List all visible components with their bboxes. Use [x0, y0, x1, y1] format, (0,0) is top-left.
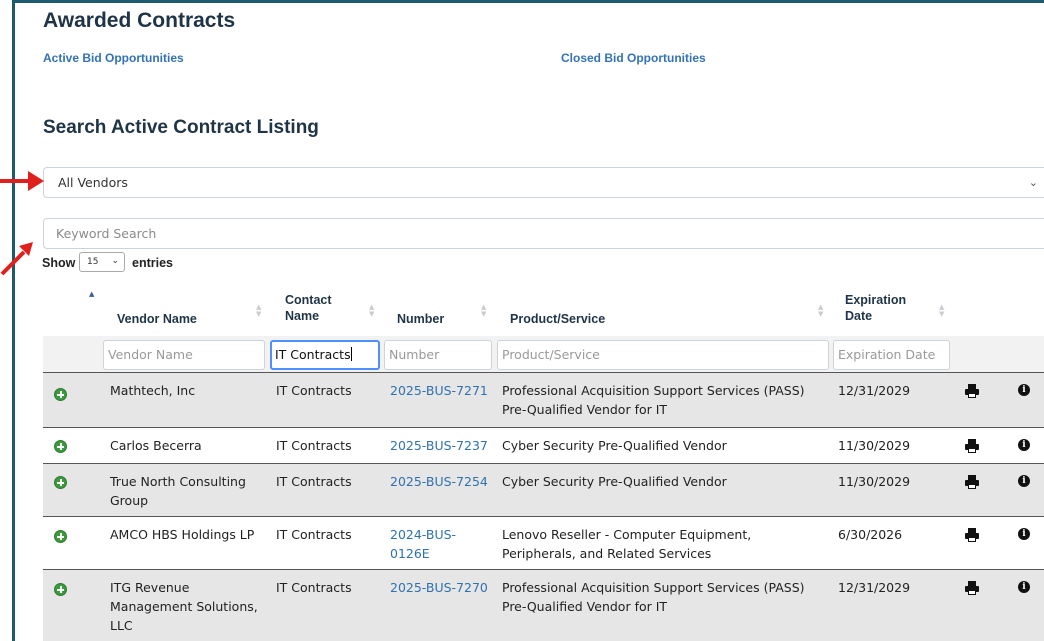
page-frame-top	[12, 0, 1044, 3]
vendor-line: Management Solutions,	[110, 599, 258, 614]
product-cell: Cyber Security Pre-Qualified Vendor	[502, 438, 727, 453]
sort-icon[interactable]: ▲ ▼	[256, 304, 261, 318]
active-bid-link[interactable]: Active Bid Opportunities	[43, 51, 184, 65]
number-link[interactable]: 2025-BUS-7237	[390, 436, 488, 455]
vendor-select-value: All Vendors	[58, 175, 128, 190]
vendor-cell: Carlos Becerra	[110, 438, 202, 453]
entries-label: entries	[132, 256, 173, 270]
contact-cell: IT Contracts	[276, 527, 352, 542]
col-expiration-header[interactable]: Expiration Date	[845, 292, 906, 324]
vendor-filter-input[interactable]: Vendor Name	[103, 340, 265, 370]
info-circle-icon[interactable]: i	[1018, 581, 1030, 593]
col-number-header[interactable]: Number	[397, 311, 444, 327]
product-line: Professional Acquisition Support Service…	[502, 383, 805, 398]
number-link[interactable]: 2024-BUS- 0126E	[390, 525, 456, 563]
vendor-line: LLC	[110, 618, 133, 633]
vendor-line: ITG Revenue	[110, 580, 190, 595]
contact-filter-value: IT Contracts	[275, 347, 351, 362]
chevron-down-icon: ⌄	[111, 256, 119, 266]
chevron-down-icon: ⌄	[1028, 176, 1038, 189]
annotation-arrow-icon	[0, 171, 44, 191]
col-vendor-header[interactable]: Vendor Name	[117, 311, 197, 327]
number-filter-input[interactable]: Number	[384, 340, 492, 370]
table-row: ITG Revenue Management Solutions, LLC IT C…	[43, 569, 1044, 641]
sort-icon[interactable]: ▲ ▼	[369, 304, 374, 318]
info-circle-icon[interactable]: i	[1018, 439, 1030, 451]
show-label: Show	[42, 256, 76, 270]
entries-select-value: 15	[87, 257, 99, 267]
plus-circle-icon[interactable]	[54, 440, 67, 453]
expiration-cell: 12/31/2029	[838, 580, 911, 595]
col-product-header[interactable]: Product/Service	[510, 311, 605, 327]
print-icon[interactable]	[965, 581, 979, 595]
expiration-cell: 11/30/2029	[838, 474, 911, 489]
product-line: Pre-Qualified Vendor for IT	[502, 599, 668, 614]
table-row: True North Consulting Group IT Contracts …	[43, 463, 1044, 516]
col-expiration-line1: Expiration	[845, 293, 907, 307]
vendor-select[interactable]: All Vendors ⌄	[43, 167, 1044, 198]
print-icon[interactable]	[965, 528, 979, 542]
product-cell: Professional Acquisition Support Service…	[502, 381, 805, 419]
vendor-cell: True North Consulting Group	[110, 472, 246, 510]
col-expiration-line2: Date	[845, 309, 873, 323]
contact-cell: IT Contracts	[276, 438, 352, 453]
number-line: 2024-BUS-	[390, 527, 457, 542]
table-row: Mathtech, Inc IT Contracts 2025-BUS-7271…	[43, 372, 1044, 427]
product-line: Peripherals, and Related Services	[502, 546, 712, 561]
vendor-line: Group	[110, 493, 149, 508]
product-cell: Professional Acquisition Support Service…	[502, 578, 805, 616]
closed-bid-link[interactable]: Closed Bid Opportunities	[561, 51, 706, 65]
page-frame-left	[12, 0, 15, 641]
info-circle-icon[interactable]: i	[1018, 528, 1030, 540]
plus-circle-icon[interactable]	[54, 583, 67, 596]
text-cursor	[350, 347, 352, 361]
print-icon[interactable]	[965, 475, 979, 489]
table-row: Carlos Becerra IT Contracts 2025-BUS-723…	[43, 427, 1044, 463]
plus-circle-icon[interactable]	[54, 388, 67, 401]
product-line: Professional Acquisition Support Service…	[502, 580, 805, 595]
sort-icon[interactable]: ▲ ▼	[481, 304, 486, 318]
product-cell: Lenovo Reseller - Computer Equipment, Per…	[502, 525, 751, 563]
print-icon[interactable]	[965, 384, 979, 398]
col-contact-line2: Name	[285, 309, 320, 323]
vendor-line: True North Consulting	[110, 474, 246, 489]
number-line: 0126E	[390, 546, 430, 561]
number-link[interactable]: 2025-BUS-7254	[390, 472, 488, 491]
print-icon[interactable]	[965, 439, 979, 453]
plus-circle-icon[interactable]	[54, 530, 67, 543]
vendor-cell: ITG Revenue Management Solutions, LLC	[110, 578, 258, 635]
col-contact-header[interactable]: Contact Name	[285, 292, 332, 324]
product-cell: Cyber Security Pre-Qualified Vendor	[502, 474, 727, 489]
number-link[interactable]: 2025-BUS-7271	[390, 381, 488, 400]
expiration-filter-input[interactable]: Expiration Date	[833, 340, 950, 370]
table-row: AMCO HBS Holdings LP IT Contracts 2024-B…	[43, 516, 1044, 569]
keyword-search-input[interactable]: Keyword Search	[43, 218, 1044, 249]
expiration-cell: 6/30/2026	[838, 527, 903, 542]
contact-cell: IT Contracts	[276, 383, 352, 398]
contact-filter-input[interactable]: IT Contracts	[270, 340, 380, 370]
plus-circle-icon[interactable]	[54, 476, 67, 489]
expiration-cell: 11/30/2029	[838, 438, 911, 453]
contact-cell: IT Contracts	[276, 580, 352, 595]
sort-icon[interactable]: ▲ ▼	[818, 304, 823, 318]
info-circle-icon[interactable]: i	[1018, 475, 1030, 487]
col-contact-line1: Contact	[285, 293, 332, 307]
sort-icon[interactable]: ▲ ▼	[939, 304, 944, 318]
product-line: Pre-Qualified Vendor for IT	[502, 402, 668, 417]
page-title: Awarded Contracts	[43, 9, 236, 32]
contact-cell: IT Contracts	[276, 474, 352, 489]
number-link[interactable]: 2025-BUS-7270	[390, 578, 488, 597]
expiration-cell: 12/31/2029	[838, 383, 911, 398]
vendor-cell: AMCO HBS Holdings LP	[110, 527, 255, 542]
search-title: Search Active Contract Listing	[43, 117, 319, 138]
info-circle-icon[interactable]: i	[1018, 384, 1030, 396]
sort-asc-icon[interactable]: ▲	[89, 291, 94, 298]
entries-select[interactable]: 15 ⌄	[79, 252, 125, 272]
vendor-cell: Mathtech, Inc	[110, 383, 196, 398]
product-line: Lenovo Reseller - Computer Equipment,	[502, 527, 752, 542]
product-filter-input[interactable]: Product/Service	[497, 340, 829, 370]
annotation-arrow-icon	[0, 242, 33, 276]
